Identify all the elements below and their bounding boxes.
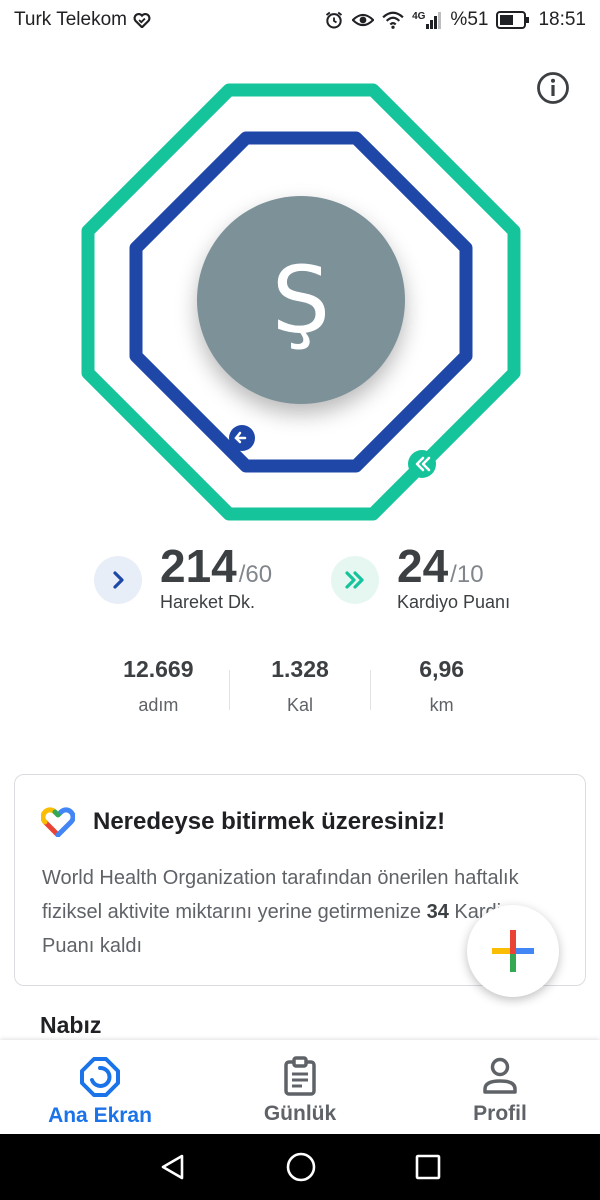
move-minutes-label: Hareket Dk.	[160, 592, 256, 612]
avatar[interactable]: Ş	[197, 196, 405, 404]
move-minutes-target: /60	[238, 561, 273, 588]
person-icon	[483, 1057, 517, 1094]
distance-value: 6,96	[419, 656, 465, 682]
signal-bars-icon	[426, 12, 442, 29]
clipboard-icon	[284, 1056, 316, 1096]
steps-unit: adım	[138, 695, 179, 715]
move-minutes-goal[interactable]: 214 /60 Hareket Dk.	[94, 542, 272, 613]
chevron-right-icon	[113, 571, 124, 589]
avatar-letter: Ş	[271, 246, 331, 354]
card-title: Neredeyse bitirmek üzeresiniz!	[93, 808, 446, 835]
heart-ring-end-marker	[408, 450, 436, 478]
nav-profile[interactable]: Profil	[400, 1040, 600, 1134]
nav-home[interactable]: Ana Ekran	[0, 1040, 200, 1134]
move-minutes-badge	[94, 556, 142, 604]
heart-points-value: 24	[397, 540, 449, 592]
distance-stat: 6,96 km	[371, 656, 512, 720]
google-fit-heart-icon	[41, 807, 75, 837]
app-screen: Turk Telekom 4G %51 18:51 Ş 214 /60 Hare…	[0, 0, 600, 1200]
heart-points-badge	[331, 556, 379, 604]
carrier-name: Turk Telekom	[14, 9, 127, 30]
eye-comfort-icon	[352, 13, 375, 27]
heart-points-goal[interactable]: 24 /10 Kardiyo Puanı	[331, 542, 510, 613]
wifi-icon	[382, 11, 404, 29]
nav-profile-label: Profil	[473, 1102, 527, 1125]
heart-outline-icon	[133, 12, 151, 28]
cell-signal: 4G	[412, 11, 442, 29]
distance-unit: km	[429, 695, 454, 715]
clock: 18:51	[538, 9, 586, 30]
system-navigation-bar	[0, 1134, 600, 1200]
nav-home-label: Ana Ekran	[48, 1104, 152, 1127]
heart-points-label: Kardiyo Puanı	[397, 592, 511, 612]
info-icon	[537, 72, 569, 104]
steps-value: 12.669	[123, 656, 194, 682]
status-bar: Turk Telekom 4G %51 18:51	[0, 0, 600, 40]
add-activity-button[interactable]	[467, 905, 559, 997]
home-ring-icon	[80, 1057, 120, 1097]
recents-icon[interactable]	[414, 1153, 442, 1181]
heart-rate-section-title: Nabız	[40, 1012, 102, 1038]
battery-percent: %51	[450, 9, 489, 30]
network-type: 4G	[412, 11, 426, 22]
calories-unit: Kal	[287, 695, 314, 715]
alarm-icon	[325, 11, 343, 29]
heart-points-target: /10	[450, 561, 484, 588]
move-ring-end-marker	[229, 425, 255, 451]
daily-stats: 12.669 adım 1.328 Kal 6,96 km	[88, 656, 512, 720]
nav-journal-label: Günlük	[263, 1102, 337, 1125]
home-icon[interactable]	[285, 1151, 317, 1183]
double-chevron-right-icon	[345, 571, 364, 589]
calories-value: 1.328	[271, 656, 329, 682]
back-icon[interactable]	[158, 1152, 188, 1182]
plus-icon	[492, 930, 534, 972]
info-button[interactable]	[535, 70, 571, 106]
bottom-navigation: Ana Ekran Günlük Profil	[0, 1040, 600, 1134]
nav-journal[interactable]: Günlük	[200, 1040, 400, 1134]
battery-icon	[496, 11, 530, 29]
remaining-points: 34	[426, 901, 449, 923]
steps-stat: 12.669 adım	[88, 656, 229, 720]
move-minutes-value: 214	[160, 540, 237, 592]
calories-stat: 1.328 Kal	[230, 656, 371, 720]
